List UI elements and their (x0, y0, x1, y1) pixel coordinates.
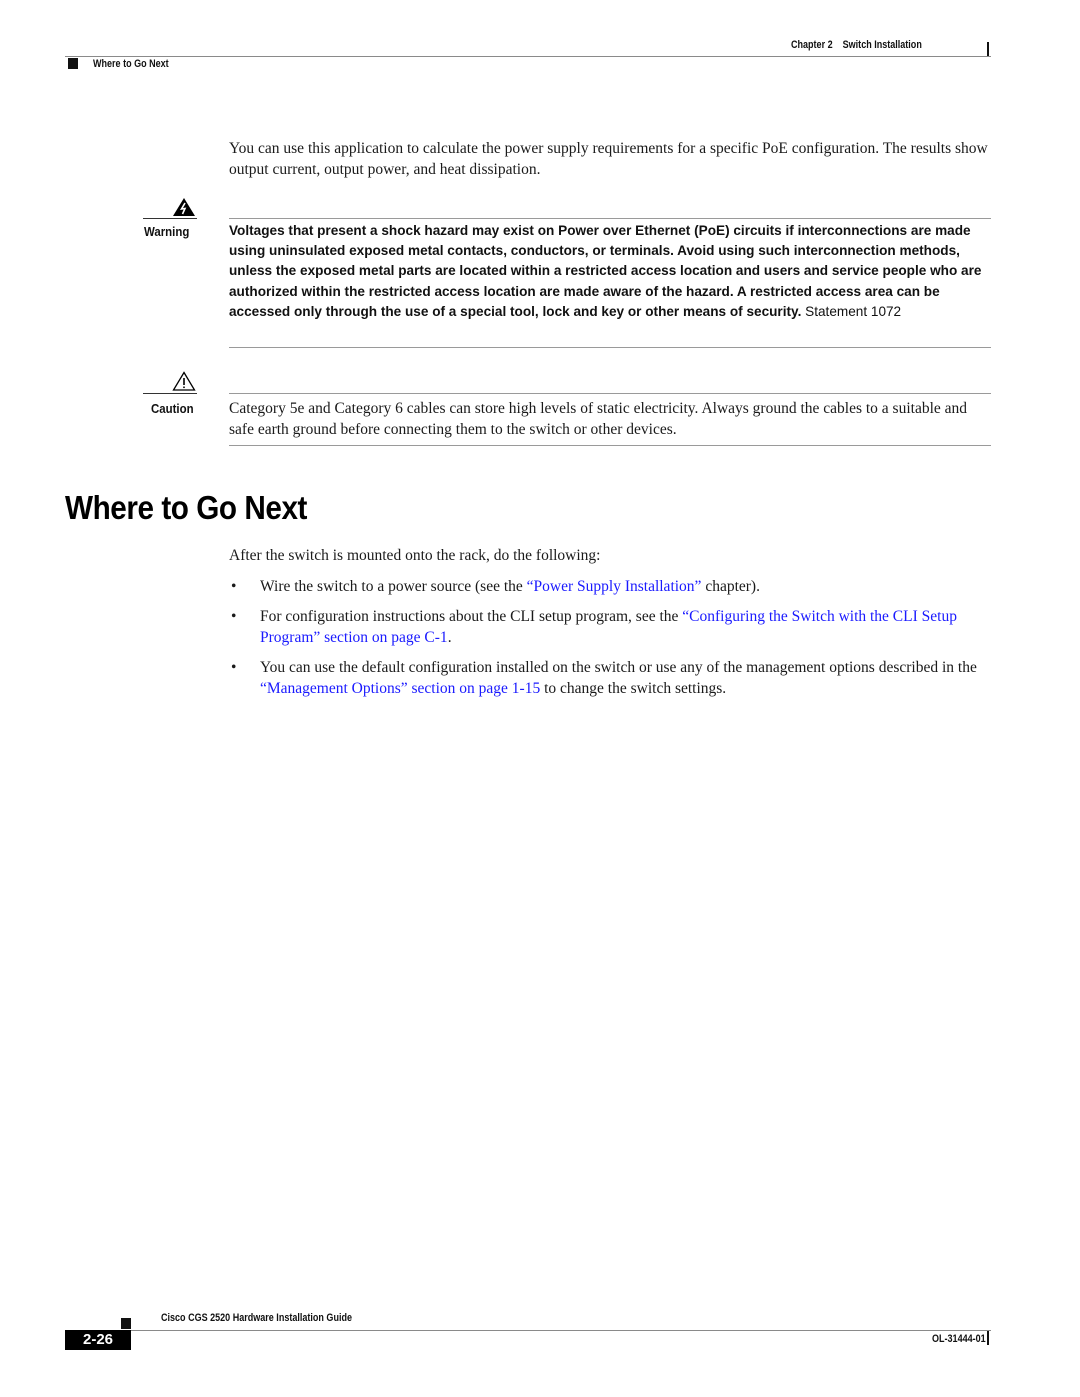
caution-bottom-rule (229, 445, 991, 446)
list-item-text: . (447, 629, 452, 646)
list-item-text: Wire the switch to a power source (see t… (260, 578, 527, 595)
header-rule (65, 56, 991, 57)
footer-rule (131, 1330, 991, 1331)
list-item-text: For configuration instructions about the… (260, 608, 683, 625)
intro-paragraph: You can use this application to calculat… (229, 140, 988, 178)
footer-marker-square (121, 1318, 131, 1329)
bullet-dot: • (231, 608, 237, 625)
section-title: Where to Go Next (65, 489, 307, 526)
warning-top-rule (229, 218, 991, 219)
header-chapter-number: Chapter 2 (791, 39, 833, 51)
caution-triangle-icon (172, 371, 196, 391)
header-vertical-bar (987, 42, 989, 56)
next-steps-list: • Wire the switch to a power source (see… (229, 576, 994, 708)
header-chapter: Chapter 2 Switch Installation (791, 39, 922, 51)
header-chapter-title: Switch Installation (842, 39, 922, 51)
warning-label: Warning (144, 224, 190, 239)
list-item: • For configuration instructions about t… (229, 606, 994, 648)
footer-guide-title: Cisco CGS 2520 Hardware Installation Gui… (161, 1312, 352, 1324)
page-number: 2-26 (65, 1330, 131, 1350)
list-item-text: You can use the default configuration in… (260, 659, 977, 676)
bullet-dot: • (231, 659, 237, 676)
caution-top-rule (229, 393, 991, 394)
warning-statement-number: Statement 1072 (805, 303, 902, 319)
footer-vertical-bar (987, 1331, 989, 1345)
caution-text: Category 5e and Category 6 cables can st… (229, 400, 968, 438)
bullet-dot: • (231, 578, 237, 595)
link-power-supply-installation[interactable]: “Power Supply Installation” (527, 578, 702, 595)
caution-label: Caution (151, 401, 194, 416)
footer-doc-id: OL-31444-01 (932, 1333, 986, 1345)
link-management-options[interactable]: “Management Options” section on page 1-1… (260, 680, 540, 697)
section-lead: After the switch is mounted onto the rac… (229, 547, 601, 564)
list-item-text: to change the switch settings. (540, 680, 727, 697)
warning-shock-icon (172, 197, 196, 217)
list-item-text: chapter). (701, 578, 760, 595)
warning-bottom-rule (229, 347, 991, 348)
header-section: Where to Go Next (93, 58, 169, 70)
list-item: • Wire the switch to a power source (see… (229, 576, 994, 597)
header-marker-square (68, 58, 78, 69)
caution-icon-underline (143, 393, 197, 394)
warning-icon-underline (143, 218, 197, 219)
warning-text: Voltages that present a shock hazard may… (229, 221, 993, 322)
list-item: • You can use the default configuration … (229, 657, 994, 699)
